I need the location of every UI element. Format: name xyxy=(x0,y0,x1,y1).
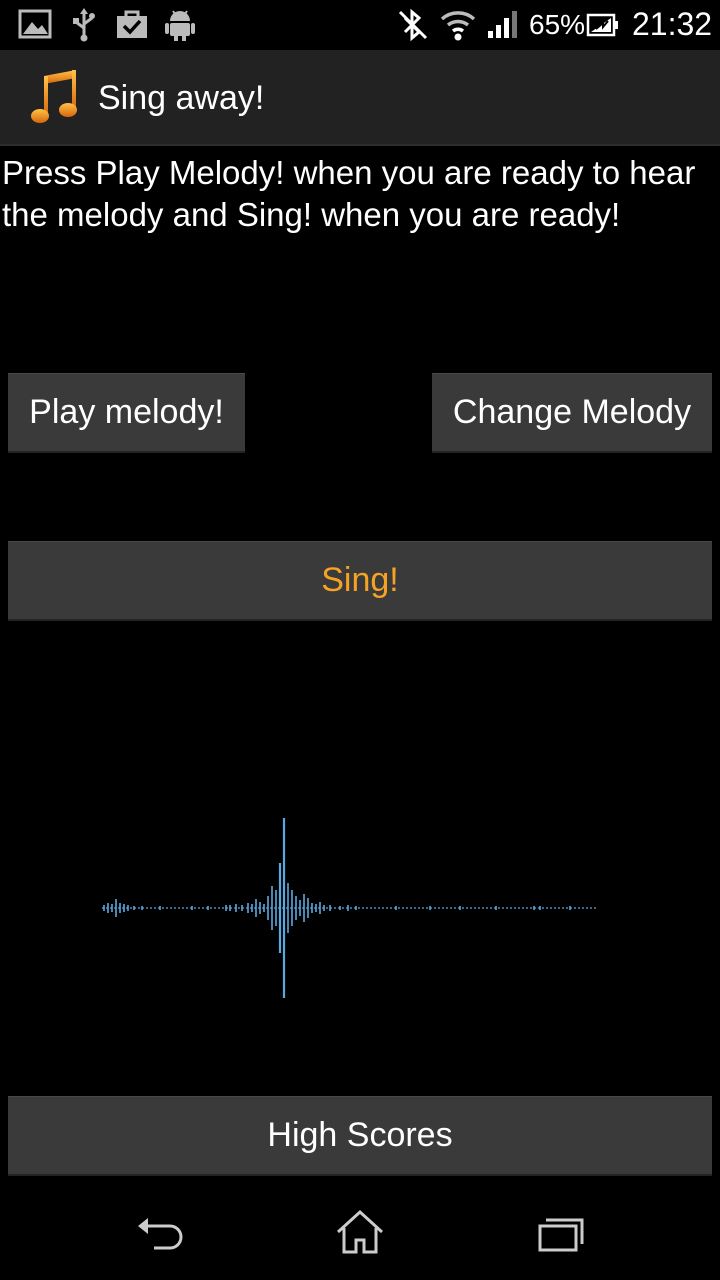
signal-icon xyxy=(486,8,520,45)
android-icon xyxy=(164,8,196,47)
status-bar: 65% 21:32 xyxy=(0,0,720,50)
battery-percent: 65% xyxy=(529,9,586,40)
recent-apps-icon[interactable] xyxy=(532,1208,592,1258)
image-icon xyxy=(18,8,52,45)
waveform-svg xyxy=(102,818,596,998)
sing-button[interactable]: Sing! xyxy=(8,541,712,621)
bluetooth-off-icon xyxy=(396,8,430,47)
change-melody-button[interactable]: Change Melody xyxy=(432,373,712,453)
waveform-bars xyxy=(103,818,571,998)
app-title: Sing away! xyxy=(98,79,265,117)
instructions-text: Press Play Melody! when you are ready to… xyxy=(2,154,696,233)
usb-icon xyxy=(72,8,96,47)
screen: 65% 21:32 Sing away! Press Play Melody! … xyxy=(0,0,720,1280)
home-icon[interactable] xyxy=(330,1208,390,1258)
action-bar: Sing away! xyxy=(0,50,720,146)
navigation-bar xyxy=(0,1190,720,1280)
clock: 21:32 xyxy=(632,6,713,42)
back-icon[interactable] xyxy=(130,1208,190,1258)
waveform-visualizer xyxy=(100,810,600,1015)
checkbox-bag-icon xyxy=(115,8,149,45)
wifi-icon xyxy=(440,8,476,47)
high-scores-button[interactable]: High Scores xyxy=(8,1096,712,1176)
battery-charging-icon xyxy=(586,12,620,43)
play-melody-button[interactable]: Play melody! xyxy=(8,373,245,453)
music-note-icon[interactable] xyxy=(30,68,82,133)
